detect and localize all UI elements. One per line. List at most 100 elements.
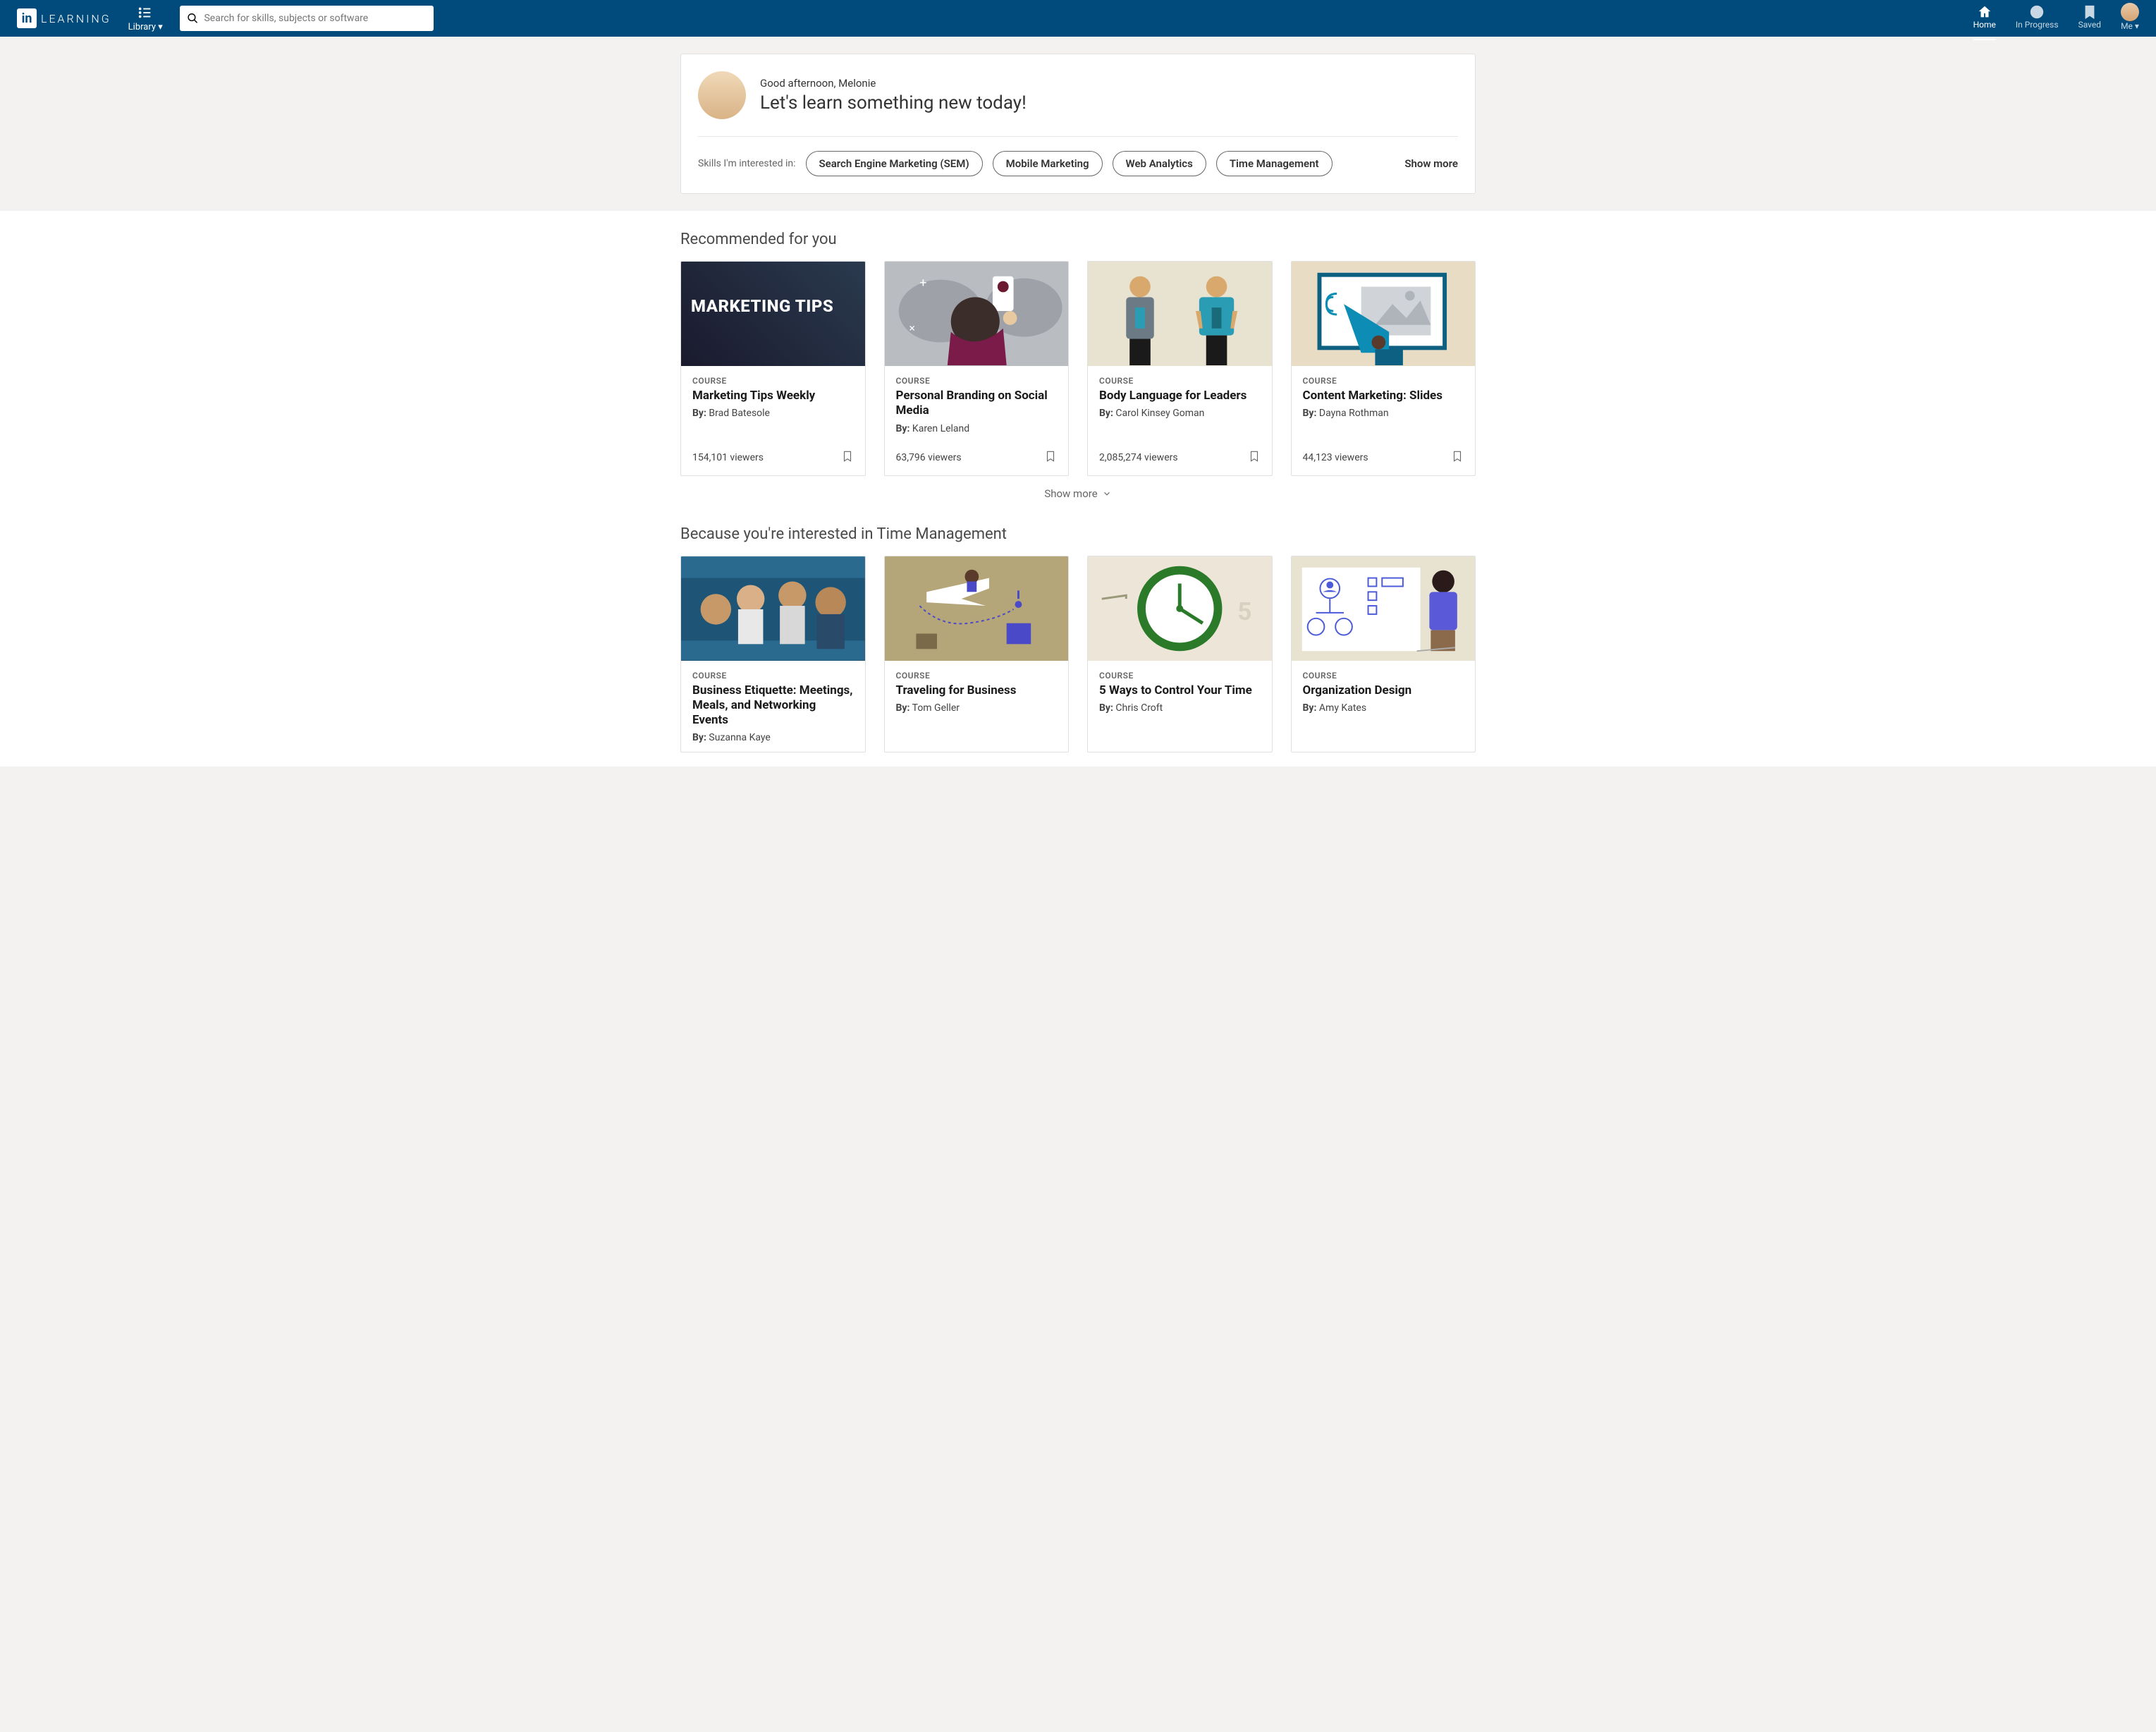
- search-box[interactable]: [180, 6, 434, 31]
- course-title: 5 Ways to Control Your Time: [1099, 683, 1261, 698]
- course-title: Organization Design: [1303, 683, 1464, 698]
- course-thumbnail: MARKETING TIPS: [681, 262, 865, 366]
- course-viewers: 154,101 viewers: [692, 452, 764, 463]
- course-title: Body Language for Leaders: [1099, 389, 1261, 403]
- caret-down-icon: ▾: [2135, 21, 2139, 31]
- skill-pill-sem[interactable]: Search Engine Marketing (SEM): [806, 151, 983, 176]
- nav-me[interactable]: Me ▾: [2121, 3, 2139, 34]
- header-left: in LEARNING Library ▾: [17, 5, 434, 32]
- course-thumbnail: +×: [885, 262, 1069, 366]
- course-author: By: Chris Croft: [1099, 702, 1261, 714]
- course-author: By: Dayna Rothman: [1303, 408, 1464, 419]
- caret-down-icon: ▾: [158, 22, 163, 32]
- svg-text:5: 5: [1237, 596, 1251, 626]
- avatar-icon: [2121, 3, 2139, 21]
- course-title: Personal Branding on Social Media: [896, 389, 1058, 419]
- course-thumbnail: [1292, 556, 1476, 661]
- nav-home[interactable]: Home: [1973, 4, 1996, 32]
- search-input[interactable]: [204, 13, 426, 24]
- course-thumbnail: [1292, 262, 1476, 366]
- course-card[interactable]: +× COURSE Personal Branding on Social Me…: [884, 261, 1070, 476]
- course-type: COURSE: [896, 671, 1058, 681]
- course-author: By: Karen Leland: [896, 423, 1058, 434]
- skill-pill-time-management[interactable]: Time Management: [1216, 151, 1333, 176]
- course-author: By: Amy Kates: [1303, 702, 1464, 714]
- nav-home-label: Home: [1973, 20, 1996, 30]
- course-type: COURSE: [1303, 376, 1464, 386]
- nav-in-progress[interactable]: In Progress: [2016, 4, 2059, 32]
- recommended-row: MARKETING TIPS COURSE Marketing Tips Wee…: [680, 261, 1476, 476]
- course-author: By: Tom Geller: [896, 702, 1058, 714]
- course-title: Marketing Tips Weekly: [692, 389, 854, 403]
- course-card[interactable]: COURSE Organization Design By: Amy Kates: [1291, 556, 1476, 753]
- logo-text: LEARNING: [41, 12, 111, 25]
- library-menu[interactable]: Library ▾: [128, 5, 163, 32]
- chevron-down-icon: [1102, 489, 1112, 499]
- thumb-overlay-text: MARKETING TIPS: [691, 297, 833, 315]
- illustration-icon: [1088, 262, 1272, 366]
- header-right: Home In Progress Saved Me ▾: [1973, 3, 2139, 34]
- user-avatar[interactable]: [698, 71, 746, 119]
- course-thumbnail: [1088, 262, 1272, 366]
- bookmark-button[interactable]: [1248, 449, 1261, 467]
- home-icon: [1977, 4, 1992, 20]
- welcome-top: Good afternoon, Melonie Let's learn some…: [698, 71, 1458, 137]
- show-more-recommended[interactable]: Show more: [680, 476, 1476, 506]
- nav-saved[interactable]: Saved: [2078, 4, 2101, 32]
- top-nav: in LEARNING Library ▾ Home In Progress S…: [0, 0, 2156, 37]
- bookmark-icon: [1451, 449, 1464, 464]
- illustration-icon: [681, 556, 865, 661]
- welcome-greeting: Good afternoon, Melonie: [760, 77, 1027, 90]
- course-card[interactable]: COURSE Content Marketing: Slides By: Day…: [1291, 261, 1476, 476]
- time-mgmt-row: COURSE Business Etiquette: Meetings, Mea…: [680, 556, 1476, 753]
- bookmark-button[interactable]: [1044, 449, 1057, 467]
- bookmark-button[interactable]: [1451, 449, 1464, 467]
- search-icon: [187, 12, 199, 25]
- course-title: Business Etiquette: Meetings, Meals, and…: [692, 683, 854, 728]
- course-viewers: 44,123 viewers: [1303, 452, 1368, 463]
- content-area: Recommended for you MARKETING TIPS COURS…: [0, 211, 2156, 767]
- svg-text:×: ×: [909, 322, 914, 335]
- illustration-icon: [1292, 262, 1476, 366]
- show-more-skills[interactable]: Show more: [1404, 157, 1458, 170]
- course-author: By: Brad Batesole: [692, 408, 854, 419]
- course-card[interactable]: COURSE Traveling for Business By: Tom Ge…: [884, 556, 1070, 753]
- course-card[interactable]: COURSE Business Etiquette: Meetings, Mea…: [680, 556, 866, 753]
- bookmark-icon: [841, 449, 854, 464]
- logo[interactable]: in LEARNING: [17, 8, 111, 28]
- section-title-time-management: Because you're interested in Time Manage…: [680, 525, 1476, 543]
- course-title: Traveling for Business: [896, 683, 1058, 698]
- course-card[interactable]: 5 COURSE 5 Ways to Control Your Time By:…: [1087, 556, 1273, 753]
- course-author: By: Carol Kinsey Goman: [1099, 408, 1261, 419]
- course-type: COURSE: [692, 671, 854, 681]
- list-icon: [137, 5, 153, 20]
- skill-pill-web-analytics[interactable]: Web Analytics: [1113, 151, 1206, 176]
- course-thumbnail: [681, 556, 865, 661]
- illustration-icon: [885, 556, 1069, 661]
- course-thumbnail: 5: [1088, 556, 1272, 661]
- course-type: COURSE: [1303, 671, 1464, 681]
- course-type: COURSE: [896, 376, 1058, 386]
- course-author: By: Suzanna Kaye: [692, 732, 854, 743]
- nav-me-label: Me: [2121, 21, 2133, 31]
- illustration-icon: 5: [1088, 556, 1272, 661]
- welcome-headline: Let's learn something new today!: [760, 92, 1027, 114]
- bookmark-button[interactable]: [841, 449, 854, 467]
- course-card[interactable]: MARKETING TIPS COURSE Marketing Tips Wee…: [680, 261, 866, 476]
- linkedin-logo-icon: in: [17, 8, 37, 28]
- main-content: Good afternoon, Melonie Let's learn some…: [0, 37, 2156, 795]
- illustration-icon: +×: [885, 262, 1069, 366]
- course-viewers: 2,085,274 viewers: [1099, 452, 1178, 463]
- course-card[interactable]: COURSE Body Language for Leaders By: Car…: [1087, 261, 1273, 476]
- welcome-card: Good afternoon, Melonie Let's learn some…: [680, 54, 1476, 194]
- clock-icon: [2029, 4, 2045, 20]
- bookmark-icon: [1248, 449, 1261, 464]
- course-type: COURSE: [692, 376, 854, 386]
- illustration-icon: [1292, 556, 1476, 661]
- nav-saved-label: Saved: [2078, 20, 2101, 30]
- course-thumbnail: [885, 556, 1069, 661]
- skills-row: Skills I'm interested in: Search Engine …: [698, 137, 1458, 176]
- skill-pill-mobile-marketing[interactable]: Mobile Marketing: [993, 151, 1103, 176]
- course-type: COURSE: [1099, 671, 1261, 681]
- course-type: COURSE: [1099, 376, 1261, 386]
